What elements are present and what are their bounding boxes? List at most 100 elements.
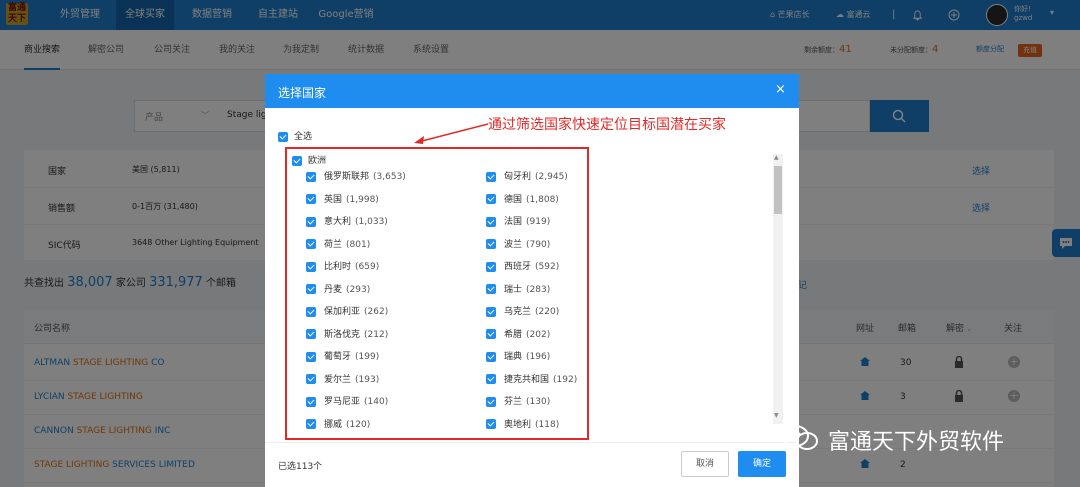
country-checkbox[interactable]: 捷克共和国 (192) <box>486 372 577 385</box>
dialog-footer: 已选113个 取消 确定 <box>265 442 799 487</box>
country-name: 希腊 <box>504 329 523 340</box>
country-checkbox[interactable]: 西班牙 (592) <box>486 259 559 272</box>
country-name: 保加利亚 <box>324 307 361 317</box>
checkbox-checked-icon <box>306 261 316 272</box>
country-count: (212) <box>364 329 389 340</box>
checkbox-checked-icon <box>486 216 496 227</box>
country-name: 芬兰 <box>504 397 523 407</box>
checkbox-checked-icon <box>306 419 316 429</box>
country-count: (1,808) <box>526 194 559 205</box>
checkbox-checked-icon <box>486 261 496 272</box>
select-all-checkbox[interactable]: 全选 <box>278 129 312 142</box>
country-name: 匈牙利 <box>504 172 532 182</box>
watermark: 富通天下外贸软件 <box>780 420 1050 456</box>
checkbox-checked-icon <box>306 284 316 294</box>
country-count: (283) <box>526 284 551 295</box>
dialog-header: 选择国家 × <box>265 74 799 108</box>
checkbox-checked-icon <box>486 419 496 429</box>
country-checkbox[interactable]: 保加利亚 (262) <box>306 304 388 317</box>
checkbox-checked-icon <box>486 396 496 407</box>
scroll-thumb[interactable] <box>774 166 782 214</box>
country-name: 丹麦 <box>324 284 343 295</box>
country-count: (293) <box>346 284 371 295</box>
checkbox-checked-icon <box>306 239 316 249</box>
scroll-up-arrow[interactable]: ▲ <box>774 154 779 161</box>
country-checkbox[interactable]: 俄罗斯联邦 (3,653) <box>306 169 406 182</box>
country-name: 斯洛伐克 <box>324 329 361 340</box>
checkbox-checked-icon <box>306 306 316 317</box>
country-count: (2,945) <box>535 172 568 182</box>
country-list: 欧洲 俄罗斯联邦 (3,653) 英国 (1,998) 意大利 (1,033) 荷兰 (801… <box>285 147 589 440</box>
watermark-text: 富通天下外贸软件 <box>828 430 1005 455</box>
country-checkbox[interactable]: 奥地利 (118) <box>486 417 559 430</box>
country-count: (202) <box>526 329 551 340</box>
checkbox-checked-icon <box>292 155 302 166</box>
annotation-arrow <box>414 123 489 144</box>
country-checkbox[interactable]: 罗马尼亚 (140) <box>306 394 388 407</box>
country-name: 荷兰 <box>324 239 343 250</box>
select-all-label: 全选 <box>294 132 313 142</box>
wechat-icon <box>781 425 818 450</box>
country-name: 瑞士 <box>504 284 523 295</box>
country-name: 波兰 <box>504 239 523 250</box>
country-checkbox[interactable]: 斯洛伐克 (212) <box>306 327 388 340</box>
checkbox-checked-icon <box>306 396 316 407</box>
country-checkbox[interactable]: 挪威 (120) <box>306 417 370 430</box>
close-icon[interactable]: × <box>775 82 786 97</box>
scrollbar[interactable]: ▲ ▼ <box>773 154 783 424</box>
checkbox-checked-icon <box>486 306 496 317</box>
country-checkbox[interactable]: 波兰 (790) <box>486 237 550 250</box>
country-checkbox[interactable]: 乌克兰 (220) <box>486 304 559 317</box>
country-name: 俄罗斯联邦 <box>324 172 370 182</box>
country-count: (262) <box>364 307 389 317</box>
scroll-down-arrow[interactable]: ▼ <box>774 412 779 419</box>
country-count: (193) <box>355 374 380 385</box>
country-count: (199) <box>355 352 380 362</box>
country-name: 罗马尼亚 <box>324 397 361 407</box>
country-checkbox[interactable]: 希腊 (202) <box>486 327 550 340</box>
country-count: (220) <box>535 307 560 317</box>
country-count: (1,033) <box>355 217 388 227</box>
checkbox-checked-icon <box>486 284 496 294</box>
continent-checkbox-europe[interactable]: 欧洲 <box>292 153 326 166</box>
checkbox-checked-icon <box>486 374 496 384</box>
checkbox-checked-icon <box>306 216 316 227</box>
country-count: (192) <box>553 374 578 385</box>
country-count: (196) <box>526 352 551 362</box>
country-count: (130) <box>526 397 551 407</box>
country-checkbox[interactable]: 荷兰 (801) <box>306 237 370 250</box>
selected-count: 已选113个 <box>278 462 323 472</box>
country-checkbox[interactable]: 芬兰 (130) <box>486 394 550 407</box>
country-checkbox[interactable]: 比利时 (659) <box>306 259 379 272</box>
country-name: 英国 <box>324 194 343 205</box>
country-checkbox[interactable]: 法国 (919) <box>486 214 550 227</box>
country-count: (659) <box>355 262 380 272</box>
continent-label: 欧洲 <box>308 156 327 166</box>
country-checkbox[interactable]: 爱尔兰 (193) <box>306 372 379 385</box>
country-count: (1,998) <box>346 194 379 205</box>
country-checkbox[interactable]: 匈牙利 (2,945) <box>486 169 568 182</box>
country-name: 乌克兰 <box>504 307 532 317</box>
checkbox-checked-icon <box>306 351 316 362</box>
country-checkbox[interactable]: 瑞典 (196) <box>486 349 550 362</box>
country-count: (592) <box>535 262 560 272</box>
country-name: 奥地利 <box>504 419 532 430</box>
country-count: (140) <box>364 397 389 407</box>
country-checkbox[interactable]: 意大利 (1,033) <box>306 214 388 227</box>
checkbox-checked-icon <box>306 171 316 182</box>
country-checkbox[interactable]: 丹麦 (293) <box>306 282 370 295</box>
country-checkbox[interactable]: 英国 (1,998) <box>306 192 379 205</box>
cancel-button[interactable]: 取消 <box>681 451 729 477</box>
checkbox-checked-icon <box>486 194 496 204</box>
confirm-button[interactable]: 确定 <box>738 451 786 477</box>
country-checkbox[interactable]: 瑞士 (283) <box>486 282 550 295</box>
country-name: 法国 <box>504 217 523 227</box>
country-name: 挪威 <box>324 419 343 430</box>
checkbox-checked-icon <box>486 239 496 249</box>
annotation-text: 通过筛选国家快速定位目标国潜在买家 <box>488 117 726 133</box>
country-name: 葡萄牙 <box>324 352 352 362</box>
dialog-title: 选择国家 <box>278 86 327 100</box>
country-checkbox[interactable]: 德国 (1,808) <box>486 192 559 205</box>
country-checkbox[interactable]: 葡萄牙 (199) <box>306 349 379 362</box>
country-name: 德国 <box>504 194 523 205</box>
